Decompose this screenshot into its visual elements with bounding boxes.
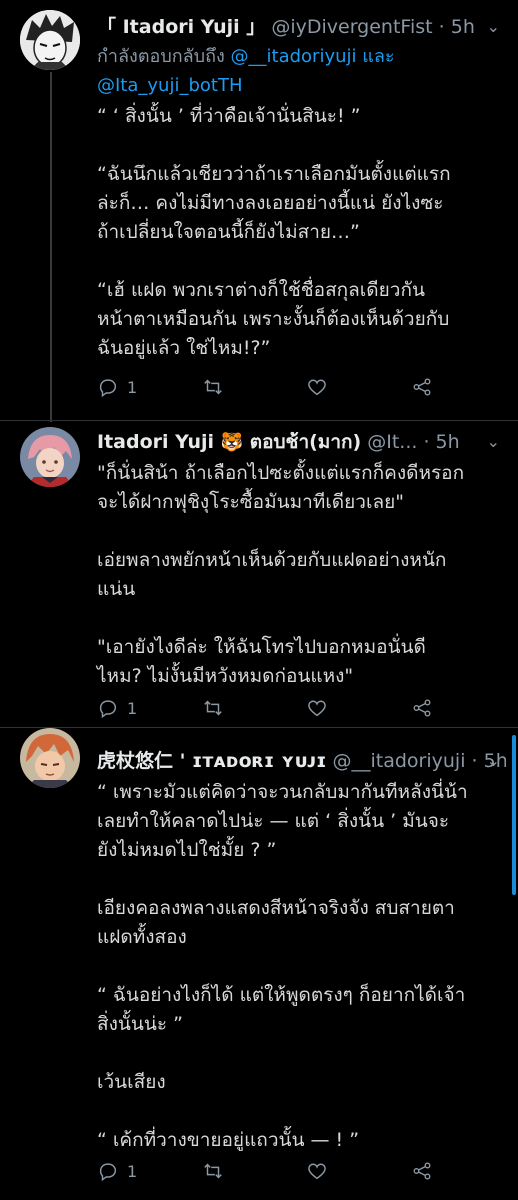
chevron-down-icon[interactable]: ⌄ [487,12,500,42]
tweet-text: “ ‘ สิ่งนั้น ’ ที่ว่าคือเจ้านั่นสินะ! ” … [97,105,451,359]
tweet-header: 「 Itadori Yuji 」 @iyDivergentFist · 5h ⌄ [97,12,506,42]
chevron-down-icon[interactable]: ⌄ [487,746,500,776]
share-icon [413,378,431,396]
retweet-icon [204,700,222,716]
reply-button[interactable]: 1 [97,374,137,400]
user-handle[interactable]: @iyDivergentFist [271,16,432,38]
tweet-2[interactable]: Itadori Yuji 🐯 ตอบช้า(มาก) @It... · 5h ⌄… [0,421,518,721]
tweet-header: 虎杖悠仁 ' ɪᴛᴀᴅᴏʀɪ ʏᴜᴊɪ @__itadoriyuji · 5h … [97,746,506,776]
user-handle[interactable]: @It... [367,431,417,453]
retweet-icon [204,379,222,395]
tiger-emoji: 🐯 [220,432,244,453]
replying-to-and: และ [362,46,395,67]
user-handle[interactable]: @__itadoriyuji [333,750,466,772]
chevron-down-icon[interactable]: ⌄ [487,427,500,457]
reply-button[interactable]: 1 [97,1158,137,1184]
avatar[interactable] [20,427,80,487]
retweet-icon [204,1163,222,1179]
share-button[interactable] [411,1158,433,1184]
separator-dot: · [423,431,430,453]
tweet-3[interactable]: 虎杖悠仁 ' ɪᴛᴀᴅᴏʀɪ ʏᴜᴊɪ @__itadoriyuji · 5h … [0,728,518,1200]
like-button[interactable] [306,1158,328,1184]
reply-count: 1 [127,1161,138,1181]
share-button[interactable] [411,374,433,400]
timestamp[interactable]: 5h [451,16,475,38]
display-name[interactable]: 虎杖悠仁 ' ɪᴛᴀᴅᴏʀɪ ʏᴜᴊɪ [97,750,326,772]
avatar[interactable] [20,728,80,788]
reply-count: 1 [127,377,138,397]
avatar-character-image [20,728,80,788]
scrollbar[interactable] [512,735,516,895]
like-button[interactable] [306,695,328,721]
display-name-text: Itadori Yuji [97,431,215,453]
tweet-header: Itadori Yuji 🐯 ตอบช้า(มาก) @It... · 5h ⌄ [97,427,506,457]
reply-count: 1 [127,698,138,718]
share-button[interactable] [411,695,433,721]
retweet-button[interactable] [202,1158,224,1184]
retweet-button[interactable] [202,695,224,721]
replying-to: กำลังตอบกลับถึง @__itadoriyuji และ @Ita_… [97,42,506,100]
replying-to-label: กำลังตอบกลับถึง [97,46,225,67]
heart-icon [308,700,326,717]
display-name[interactable]: Itadori Yuji 🐯 ตอบช้า(มาก) [97,431,361,453]
tweet-text: “ เพราะมัวแต่คิดว่าจะวนกลับมากันทีหลังนี… [97,781,468,1151]
separator-dot: · [438,16,445,38]
heart-icon [308,379,326,396]
avatar-character-image [20,427,80,487]
heart-icon [308,1163,326,1180]
tweet-actions: 1 [97,695,457,721]
share-icon [413,1162,431,1180]
display-name-suffix: ตอบช้า(มาก) [249,431,362,453]
tweet-actions: 1 [97,1158,457,1184]
tweet-1[interactable]: 「 Itadori Yuji 」 @iyDivergentFist · 5h ⌄… [0,0,518,420]
tweet-actions: 1 [97,374,457,400]
separator-dot: · [471,750,478,772]
reply-icon [99,1163,117,1182]
display-name[interactable]: 「 Itadori Yuji 」 [97,16,265,38]
retweet-button[interactable] [202,374,224,400]
timestamp[interactable]: 5h [436,431,460,453]
tweet-text: "ก็นั่นสิน้า ถ้าเลือกไปซะตั้งแต่แรกก็คงด… [97,462,465,687]
mention-link[interactable]: @Ita_yuji_botTH [97,75,243,96]
reply-icon [99,379,117,398]
reply-button[interactable]: 1 [97,695,137,721]
like-button[interactable] [306,374,328,400]
share-icon [413,699,431,717]
avatar[interactable] [20,10,80,70]
mention-link[interactable]: @__itadoriyuji [231,46,357,67]
avatar-manga-image [20,10,80,70]
reply-icon [99,700,117,719]
